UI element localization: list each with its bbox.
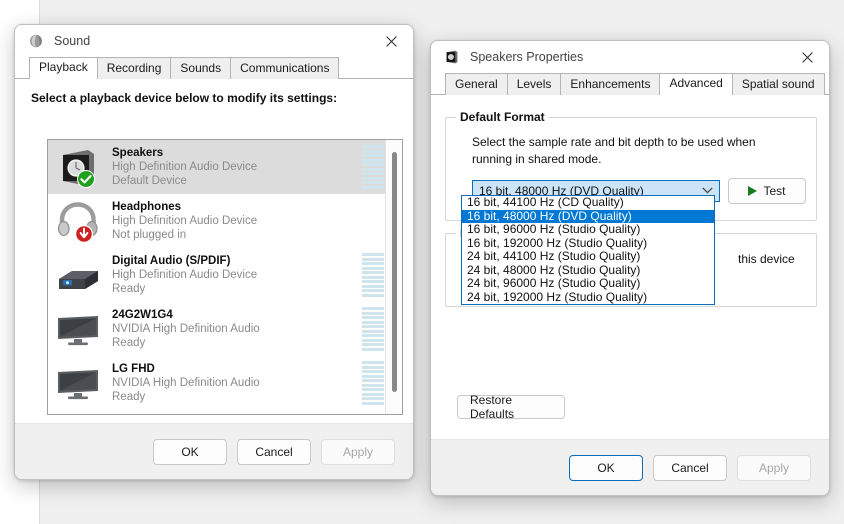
sound-dialog: Sound Playback Recording Sounds Communic… [14, 24, 414, 480]
device-name: Headphones [112, 201, 182, 213]
device-driver: NVIDIA High Definition Audio [112, 323, 260, 335]
volume-meter [362, 361, 384, 405]
device-name: Digital Audio (S/PDIF) [112, 255, 231, 267]
tab-recording[interactable]: Recording [96, 57, 172, 79]
dropdown-option-selected[interactable]: 16 bit, 48000 Hz (DVD Quality) [462, 209, 714, 223]
device-list-scrollbar[interactable] [385, 140, 402, 414]
sample-rate-dropdown-list[interactable]: 16 bit, 44100 Hz (CD Quality) 16 bit, 48… [461, 195, 715, 305]
device-driver: NVIDIA High Definition Audio [112, 377, 260, 389]
sound-titlebar[interactable]: Sound [15, 25, 413, 57]
device-status: Ready [112, 283, 146, 295]
playback-device-list[interactable]: Speakers High Definition Audio Device De… [47, 139, 403, 415]
device-info: Headphones High Definition Audio Device … [112, 200, 362, 242]
apply-button[interactable]: Apply [737, 454, 811, 481]
dropdown-option[interactable]: 24 bit, 48000 Hz (Studio Quality) [462, 263, 714, 278]
ok-button[interactable]: OK [153, 438, 227, 465]
list-item[interactable]: Speakers High Definition Audio Device De… [48, 140, 402, 194]
restore-defaults-button[interactable]: Restore Defaults [457, 393, 565, 421]
tab-communications[interactable]: Communications [230, 57, 340, 79]
monitor-icon [54, 305, 102, 353]
tab-general[interactable]: General [445, 73, 508, 95]
speaker-icon [27, 32, 45, 50]
volume-meter [362, 253, 384, 297]
device-info: Speakers High Definition Audio Device De… [112, 146, 362, 188]
playback-tab-page: Select a playback device below to modify… [15, 79, 413, 453]
properties-tabstrip: General Levels Enhancements Advanced Spa… [431, 73, 829, 96]
properties-title: Speakers Properties [470, 50, 584, 64]
device-status: Not plugged in [112, 229, 187, 241]
volume-meter [362, 307, 384, 351]
playback-instruction: Select a playback device below to modify… [31, 91, 338, 105]
properties-dialog-footer: OK Cancel Apply [431, 439, 829, 495]
tab-levels[interactable]: Levels [506, 73, 562, 95]
list-item[interactable]: Digital Audio (S/PDIF) High Definition A… [48, 248, 402, 302]
dropdown-option[interactable]: 24 bit, 44100 Hz (Studio Quality) [462, 249, 714, 264]
device-info: 24G2W1G4 NVIDIA High Definition Audio Re… [112, 308, 362, 350]
close-icon[interactable] [785, 41, 829, 73]
tab-sounds[interactable]: Sounds [170, 57, 232, 79]
tab-advanced[interactable]: Advanced [659, 73, 733, 96]
close-icon[interactable] [369, 25, 413, 57]
volume-meter [362, 145, 384, 189]
device-driver: High Definition Audio Device [112, 161, 258, 173]
properties-titlebar[interactable]: Speakers Properties [431, 41, 829, 73]
spdif-box-icon [54, 251, 102, 299]
speaker-box-icon [54, 143, 102, 191]
device-status: Ready [112, 391, 146, 403]
device-driver: High Definition Audio Device [112, 269, 258, 281]
device-status: Ready [112, 337, 146, 349]
headphones-icon [54, 197, 102, 245]
sound-tabstrip: Playback Recording Sounds Communications [15, 57, 413, 80]
device-name: 24G2W1G4 [112, 309, 173, 321]
device-info: LG FHD NVIDIA High Definition Audio Read… [112, 362, 362, 404]
dropdown-option[interactable]: 16 bit, 96000 Hz (Studio Quality) [462, 222, 714, 237]
list-item[interactable]: Headphones High Definition Audio Device … [48, 194, 402, 248]
device-name: Speakers [112, 147, 164, 159]
dropdown-option[interactable]: 16 bit, 192000 Hz (Studio Quality) [462, 236, 714, 251]
device-driver: High Definition Audio Device [112, 215, 258, 227]
list-item[interactable]: LG FHD NVIDIA High Definition Audio Read… [48, 356, 402, 410]
list-item[interactable]: 24G2W1G4 NVIDIA High Definition Audio Re… [48, 302, 402, 356]
cancel-button[interactable]: Cancel [653, 454, 727, 481]
dropdown-option[interactable]: 16 bit, 44100 Hz (CD Quality) [462, 195, 714, 210]
dropdown-option[interactable]: 24 bit, 192000 Hz (Studio Quality) [462, 290, 714, 305]
exclusive-mode-visible-text: this device [738, 252, 795, 266]
test-button-label: Test [763, 184, 786, 198]
monitor-icon [54, 359, 102, 407]
dropdown-option[interactable]: 24 bit, 96000 Hz (Studio Quality) [462, 276, 714, 291]
scrollbar-thumb[interactable] [392, 152, 397, 392]
default-format-group-title: Default Format [456, 110, 549, 124]
tab-spatial-sound[interactable]: Spatial sound [731, 73, 825, 95]
device-status: Default Device [112, 175, 187, 187]
test-button[interactable]: Test [728, 178, 806, 204]
device-info: Digital Audio (S/PDIF) High Definition A… [112, 254, 362, 296]
sound-dialog-footer: OK Cancel Apply [15, 423, 413, 479]
speaker-props-icon [443, 48, 461, 66]
device-name: LG FHD [112, 363, 155, 375]
apply-button[interactable]: Apply [321, 438, 395, 465]
sound-title: Sound [54, 34, 91, 48]
tab-enhancements[interactable]: Enhancements [560, 73, 661, 95]
play-icon [748, 186, 758, 196]
default-format-description: Select the sample rate and bit depth to … [472, 135, 756, 166]
tab-playback[interactable]: Playback [29, 57, 98, 80]
ok-button[interactable]: OK [569, 454, 643, 481]
cancel-button[interactable]: Cancel [237, 438, 311, 465]
